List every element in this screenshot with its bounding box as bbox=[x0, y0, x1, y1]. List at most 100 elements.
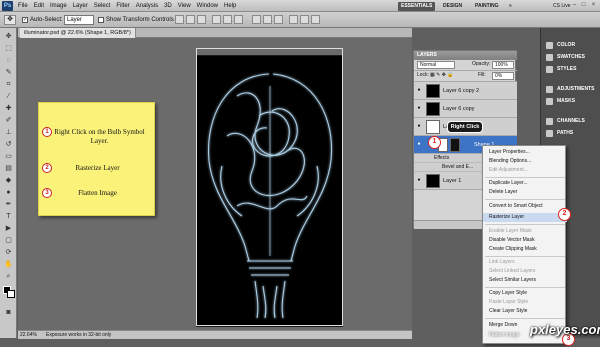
workspace-painting-button[interactable]: PAINTING bbox=[472, 2, 502, 11]
eyedropper-tool-icon[interactable]: ⁄ bbox=[3, 92, 14, 102]
styles-icon bbox=[546, 66, 553, 73]
fill-input[interactable]: 0% bbox=[492, 72, 514, 80]
move-tool-icon[interactable]: ✥ bbox=[3, 32, 14, 42]
zoom-tool-icon[interactable]: ⌕ bbox=[3, 272, 14, 282]
distribute-center-icon[interactable] bbox=[300, 15, 309, 24]
minimize-icon[interactable]: – bbox=[570, 1, 579, 10]
menu-select[interactable]: Select bbox=[94, 0, 111, 12]
clone-stamp-tool-icon[interactable]: ⊥ bbox=[3, 128, 14, 138]
menu-filter[interactable]: Filter bbox=[116, 0, 129, 12]
show-transform-checkbox[interactable] bbox=[98, 17, 104, 23]
blend-row: Normal Opacity: 100% bbox=[414, 60, 517, 71]
layer-row[interactable]: ● Layer 6 copy bbox=[414, 100, 517, 118]
blend-mode-select[interactable]: Normal bbox=[417, 61, 455, 69]
marquee-tool-icon[interactable]: ⬚ bbox=[3, 44, 14, 54]
transform-bounding-box[interactable] bbox=[196, 48, 343, 326]
lasso-tool-icon[interactable]: ◌ bbox=[3, 56, 14, 66]
visibility-eye-icon[interactable]: ● bbox=[416, 105, 422, 111]
menu-layer[interactable]: Layer bbox=[73, 0, 88, 12]
menu-item-layer-properties[interactable]: Layer Properties... bbox=[483, 148, 567, 157]
workspace-design-button[interactable]: DESIGN bbox=[440, 2, 465, 11]
auto-select-dropdown[interactable]: Layer bbox=[64, 15, 94, 25]
visibility-eye-icon[interactable]: ● bbox=[416, 123, 422, 129]
layers-panel-title[interactable]: LAYERS bbox=[414, 51, 517, 60]
masks-panel-button[interactable]: MASKS bbox=[543, 96, 599, 107]
blur-tool-icon[interactable]: ◆ bbox=[3, 176, 14, 186]
distribute-middle-icon[interactable] bbox=[263, 15, 272, 24]
background-color-swatch[interactable] bbox=[7, 290, 15, 298]
align-bottom-icon[interactable] bbox=[197, 15, 206, 24]
layer-thumbnail bbox=[426, 120, 440, 134]
auto-select-checkbox[interactable]: ✓ bbox=[22, 17, 28, 23]
type-tool-icon[interactable]: T bbox=[3, 212, 14, 222]
menu-item-duplicate-layer[interactable]: Duplicate Layer... bbox=[483, 179, 567, 188]
gradient-tool-icon[interactable]: ▤ bbox=[3, 164, 14, 174]
align-top-icon[interactable] bbox=[175, 15, 184, 24]
align-middle-icon[interactable] bbox=[186, 15, 195, 24]
brush-tool-icon[interactable]: ✐ bbox=[3, 116, 14, 126]
visibility-eye-icon[interactable]: ● bbox=[416, 141, 422, 147]
step-2-text: Rasterize Layer bbox=[75, 164, 120, 172]
menu-item-copy-layer-style[interactable]: Copy Layer Style bbox=[483, 289, 567, 298]
menu-item-disable-vector-mask[interactable]: Disable Vector Mask bbox=[483, 236, 567, 245]
3d-rotate-tool-icon[interactable]: ⟳ bbox=[3, 248, 14, 258]
pen-tool-icon[interactable]: ✒ bbox=[3, 200, 14, 210]
eraser-tool-icon[interactable]: ▭ bbox=[3, 152, 14, 162]
distribute-bottom-icon[interactable] bbox=[274, 15, 283, 24]
layer-row[interactable]: ● Layer 6 copy 2 bbox=[414, 82, 517, 100]
cs-live-button[interactable]: CS Live bbox=[553, 2, 571, 11]
menu-3d[interactable]: 3D bbox=[164, 0, 172, 12]
path-select-tool-icon[interactable]: ▶ bbox=[3, 224, 14, 234]
maximize-icon[interactable]: □ bbox=[579, 1, 588, 10]
healing-brush-tool-icon[interactable]: ✚ bbox=[3, 104, 14, 114]
close-icon[interactable]: × bbox=[589, 1, 598, 10]
visibility-eye-icon[interactable]: ● bbox=[416, 87, 422, 93]
menu-image[interactable]: Image bbox=[50, 0, 67, 12]
workspace-essentials-button[interactable]: ESSENTIALS bbox=[398, 2, 436, 11]
menu-edit[interactable]: Edit bbox=[34, 0, 44, 12]
menu-window[interactable]: Window bbox=[197, 0, 218, 12]
channels-panel-button[interactable]: CHANNELS bbox=[543, 116, 599, 127]
quick-mask-icon[interactable]: ◙ bbox=[3, 308, 14, 318]
lock-icons[interactable]: ▦ ✎ ✥ 🔒 bbox=[430, 71, 454, 80]
distribute-top-icon[interactable] bbox=[252, 15, 261, 24]
distribute-right-icon[interactable] bbox=[311, 15, 320, 24]
shape-tool-icon[interactable]: ▢ bbox=[3, 236, 14, 246]
menu-item-blending-options[interactable]: Blending Options... bbox=[483, 157, 567, 166]
zoom-level[interactable]: 22.64% bbox=[20, 331, 37, 339]
opacity-input[interactable]: 100% bbox=[492, 61, 514, 69]
hand-tool-icon[interactable]: ✋ bbox=[3, 260, 14, 270]
paths-panel-button[interactable]: PATHS bbox=[543, 128, 599, 139]
menu-items: File Edit Image Layer Select Filter Anal… bbox=[18, 0, 236, 12]
menu-view[interactable]: View bbox=[178, 0, 191, 12]
swatches-panel-button[interactable]: SWATCHES bbox=[543, 52, 599, 63]
menu-item-select-similar-layers[interactable]: Select Similar Layers bbox=[483, 276, 567, 285]
crop-tool-icon[interactable]: ⌗ bbox=[3, 80, 14, 90]
dodge-tool-icon[interactable]: ● bbox=[3, 188, 14, 198]
styles-panel-button[interactable]: STYLES bbox=[543, 64, 599, 75]
menu-analysis[interactable]: Analysis bbox=[136, 0, 158, 12]
menu-file[interactable]: File bbox=[18, 0, 28, 12]
layer-context-menu: Layer Properties... Blending Options... … bbox=[482, 145, 567, 344]
menu-item-convert-smart-object[interactable]: Convert to Smart Object bbox=[483, 202, 567, 211]
menu-item-clear-layer-style[interactable]: Clear Layer Style bbox=[483, 307, 567, 316]
status-message: Exposure works in 32-bit only bbox=[46, 332, 112, 338]
adjustments-panel-button[interactable]: ADJUSTMENTS bbox=[543, 84, 599, 95]
move-tool-icon[interactable]: ✥ bbox=[4, 15, 16, 25]
align-right-icon[interactable] bbox=[234, 15, 243, 24]
visibility-eye-icon[interactable]: ● bbox=[416, 177, 422, 183]
workspace-more-button[interactable]: » bbox=[506, 2, 515, 11]
quick-select-tool-icon[interactable]: ✎ bbox=[3, 68, 14, 78]
align-left-icon[interactable] bbox=[212, 15, 221, 24]
menu-item-create-clipping-mask[interactable]: Create Clipping Mask bbox=[483, 245, 567, 254]
menu-item-rasterize-layer[interactable]: Rasterize Layer bbox=[483, 213, 567, 222]
menu-item-delete-layer[interactable]: Delete Layer bbox=[483, 188, 567, 197]
distribute-left-icon[interactable] bbox=[289, 15, 298, 24]
document-tab[interactable]: illuminator.psd @ 22.6% (Shape 1, RGB/8*… bbox=[20, 28, 136, 38]
channels-icon bbox=[546, 118, 553, 125]
color-panel-button[interactable]: COLOR bbox=[543, 40, 599, 51]
layer-name: Layer 6 copy bbox=[443, 106, 475, 112]
align-center-icon[interactable] bbox=[223, 15, 232, 24]
history-brush-tool-icon[interactable]: ↺ bbox=[3, 140, 14, 150]
menu-help[interactable]: Help bbox=[224, 0, 236, 12]
